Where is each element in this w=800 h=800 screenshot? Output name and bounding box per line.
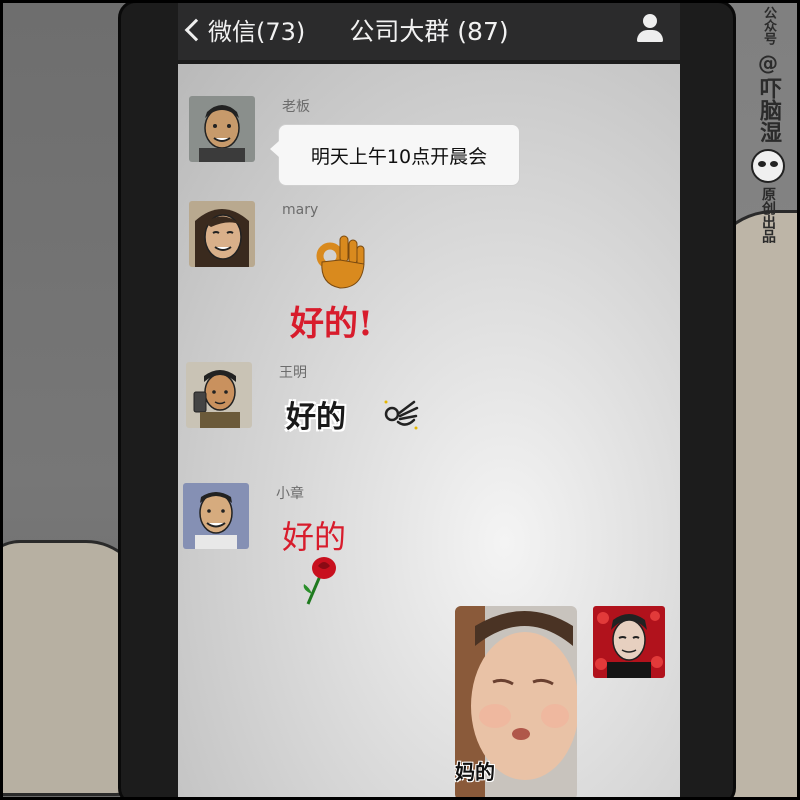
watermark: 公众号 @ 吓脑湿 原创出品 <box>750 6 786 243</box>
sender-name: 小章 <box>276 486 304 502</box>
message-text: 明天上午10点开晨会 <box>310 145 488 168</box>
comic-panel: 微信(73) 公司大群 (87) 老板 明天上午10点开晨会 mary 好的! … <box>0 0 800 800</box>
sticker-ok-small[interactable]: 好的 <box>286 392 436 438</box>
watermark-label: 公众号 <box>761 6 776 45</box>
watermark-name: 吓脑湿 <box>756 77 781 143</box>
image-caption: 妈的 <box>455 760 495 784</box>
avatar-wangming[interactable] <box>186 362 252 428</box>
avatar-xiaozhang[interactable] <box>183 483 249 549</box>
sticker-text: 好的 <box>282 518 347 556</box>
chat-title: 公司大群 (87) <box>349 17 509 46</box>
ok-hand-icon <box>316 235 365 289</box>
sender-name: mary <box>282 202 319 218</box>
avatar-self[interactable] <box>593 606 665 678</box>
sender-name: 老板 <box>282 99 310 115</box>
watermark-bottom: 原创出品 <box>760 187 776 243</box>
sticker-ok[interactable]: 好的! <box>290 232 400 344</box>
avatar-boss[interactable] <box>189 96 255 162</box>
ok-hand-icon <box>384 400 419 430</box>
rose-icon <box>303 557 336 605</box>
mascot-face-icon <box>751 149 785 183</box>
sticker-rose[interactable]: 好的 <box>282 512 382 608</box>
sender-name: 王明 <box>279 365 307 381</box>
sticker-text: 好的! <box>290 304 373 344</box>
message-bubble[interactable]: 明天上午10点开晨会 <box>270 124 520 186</box>
watermark-at: @ <box>758 51 778 75</box>
avatar-mary[interactable] <box>189 201 255 267</box>
person-icon[interactable] <box>634 12 666 44</box>
chat-navbar: 微信(73) 公司大群 (87) <box>178 0 680 60</box>
sticker-text: 好的 <box>286 400 346 435</box>
